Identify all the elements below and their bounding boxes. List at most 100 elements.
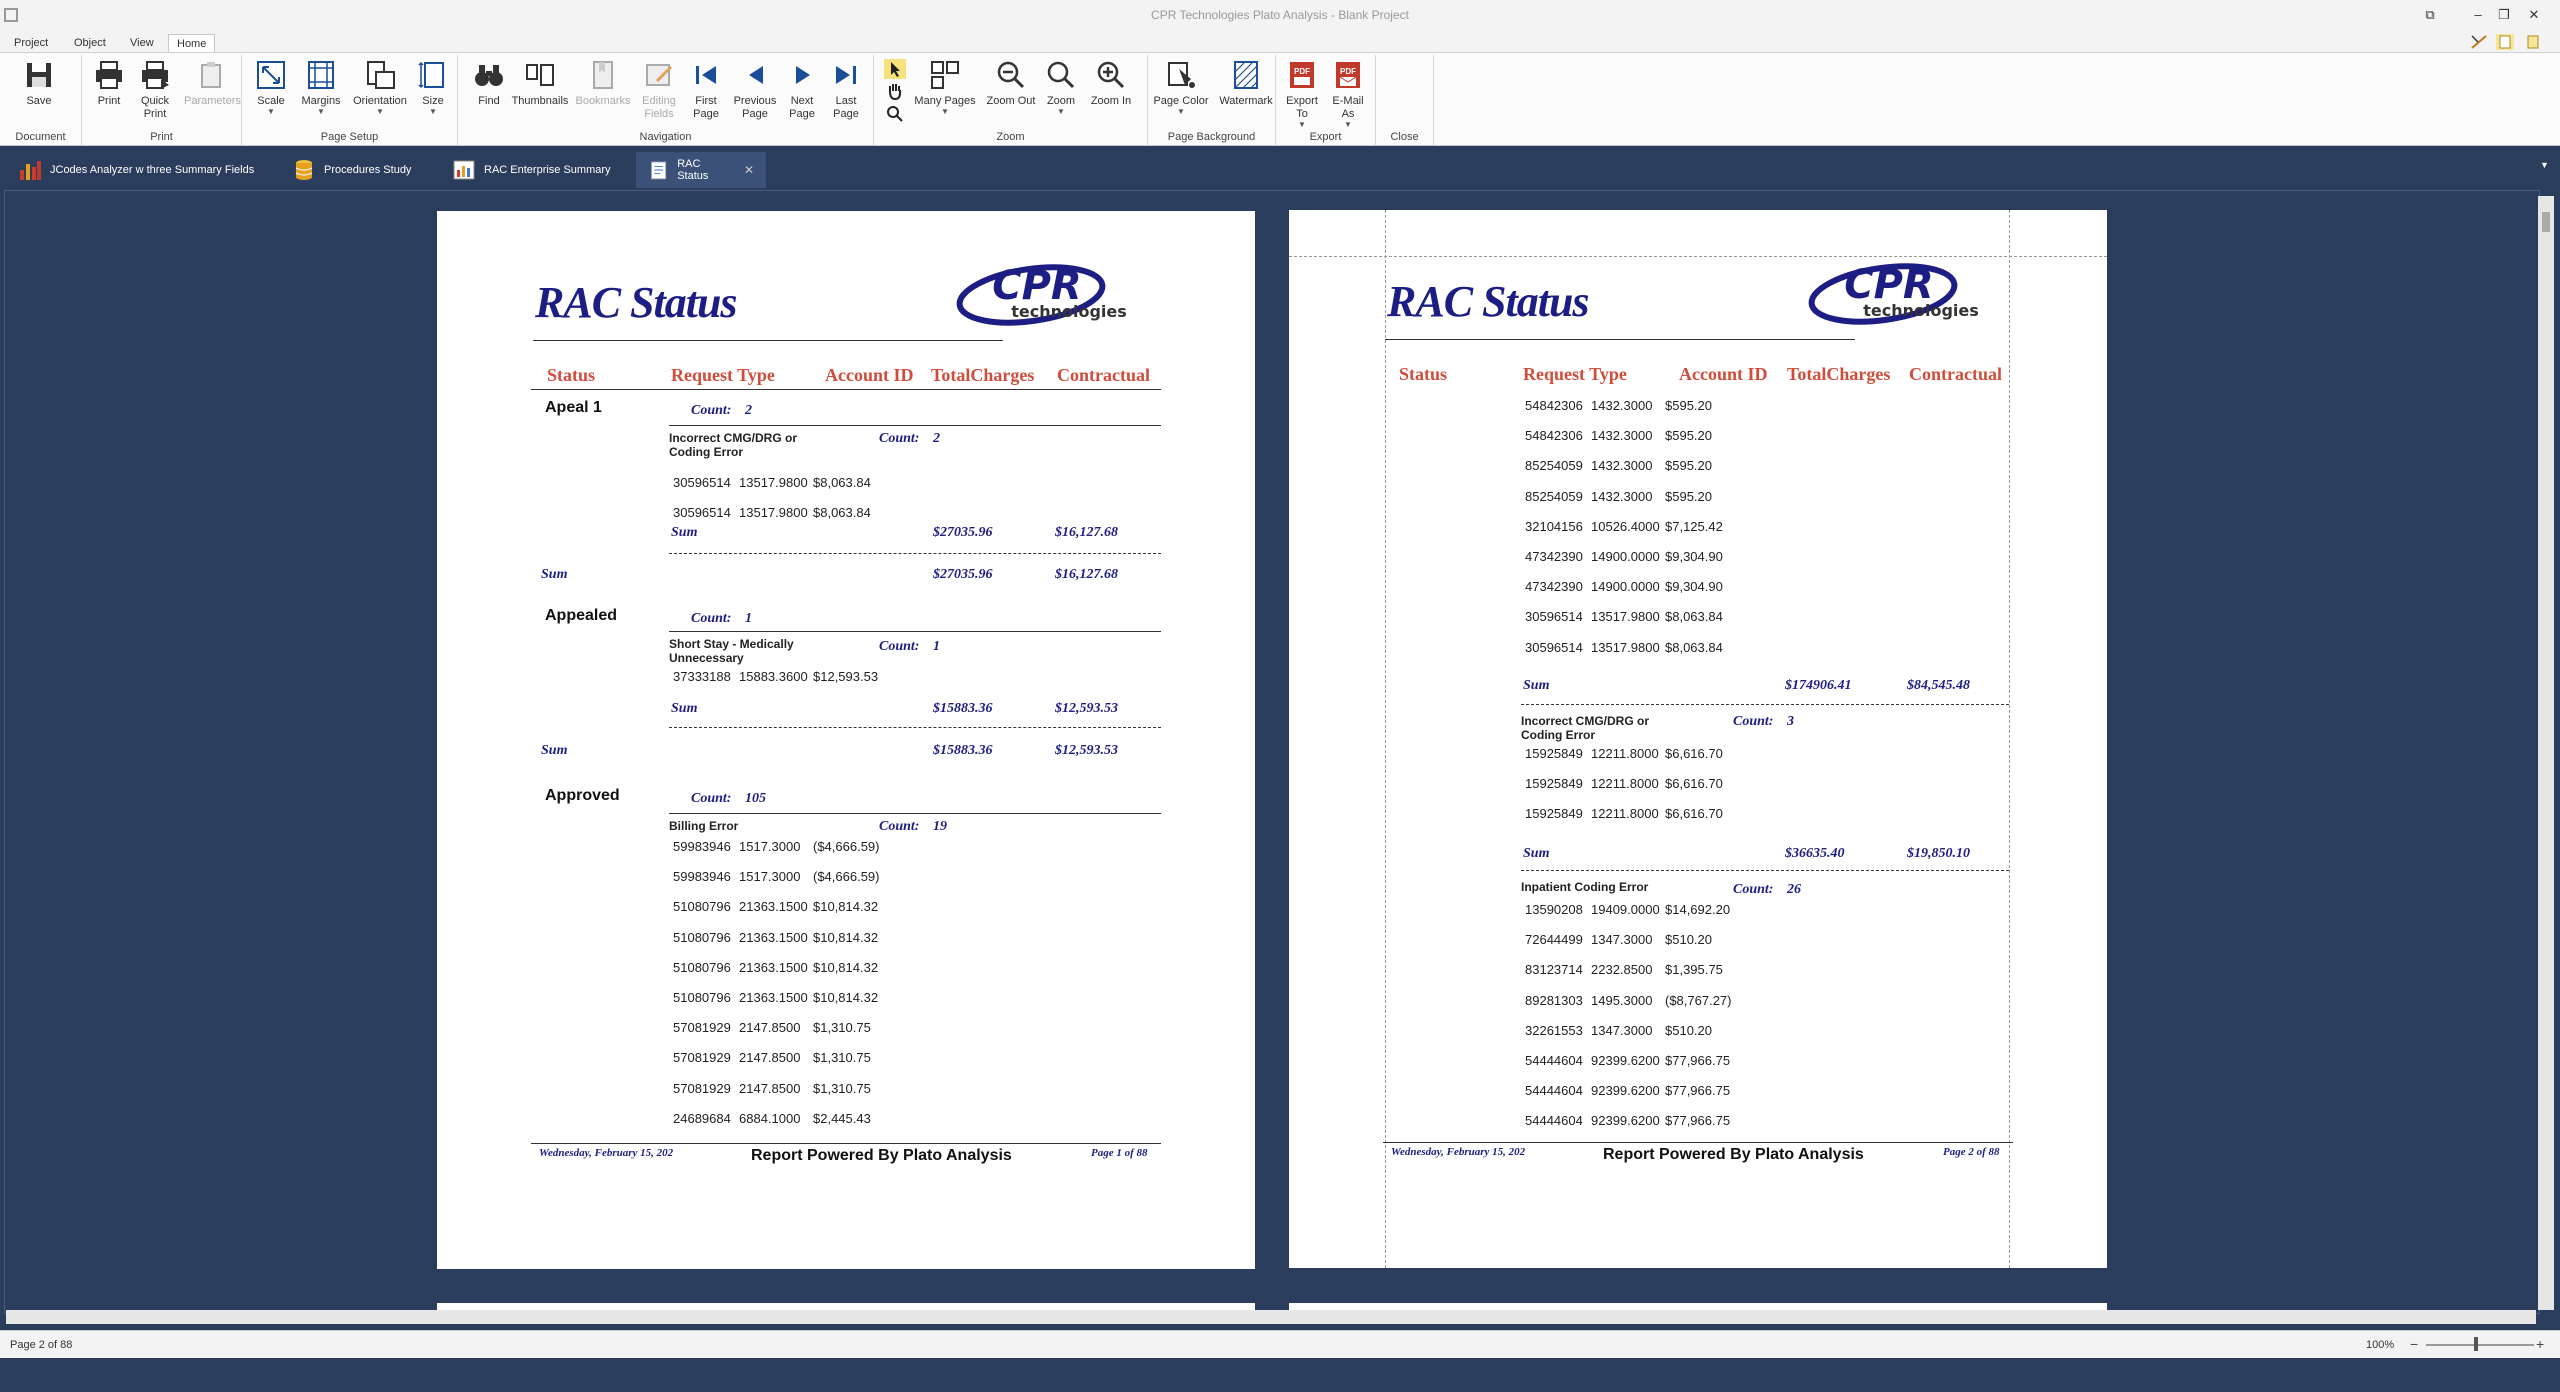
vertical-scrollbar[interactable] (2538, 196, 2554, 1310)
account-id-cell: 59983946 (673, 869, 731, 885)
account-id-cell: 57081929 (673, 1050, 731, 1066)
subgroup-divider (1521, 704, 2009, 705)
count-value: 3 (1787, 714, 1794, 729)
column-header-contractual: Contractual (1057, 365, 1150, 385)
thumbnails-button[interactable]: Thumbnails (508, 59, 572, 108)
scale-label: Scale (257, 95, 285, 107)
find-button[interactable]: Find (464, 59, 514, 108)
layout-icon[interactable] (2470, 34, 2488, 50)
next-page-button[interactable]: Next Page (780, 59, 824, 121)
print-button[interactable]: Print (84, 59, 134, 108)
many-pages-icon (931, 61, 959, 89)
report-page-1: RAC Status CPR technologies Status Reque… (437, 211, 1255, 1269)
scale-button[interactable]: Scale ▼ (246, 59, 296, 116)
orientation-button[interactable]: Orientation ▼ (348, 59, 412, 116)
pointer-tool-icon[interactable] (884, 59, 906, 79)
hand-tool-icon[interactable] (884, 81, 906, 101)
editing-fields-button[interactable]: Editing Fields (634, 59, 684, 121)
group-sum-total-charges: $27035.96 (933, 567, 993, 582)
doc-tab-rac-status[interactable]: RAC Status ✕ (636, 152, 766, 188)
first-page-button[interactable]: First Page (684, 59, 728, 121)
editing-fields-label: Editing Fields (642, 95, 676, 120)
total-charges-cell: 21363.1500 (739, 929, 808, 945)
close-window-button[interactable]: ✕ (2524, 6, 2544, 24)
zoom-slider[interactable] (2426, 1344, 2534, 1346)
account-id-cell: 30596514 (673, 475, 731, 490)
total-charges-cell: 1517.3000 (739, 869, 801, 885)
magnifier-tool-icon[interactable] (884, 103, 906, 123)
report-viewer[interactable]: RAC Status CPR technologies Status Reque… (4, 190, 2540, 1314)
zoom-minus-button[interactable]: − (2410, 1336, 2418, 1352)
save-label: Save (26, 95, 52, 107)
margins-button[interactable]: Margins ▼ (296, 59, 346, 116)
contractual-cell: $77,966.75 (1665, 1083, 1731, 1099)
many-pages-button[interactable]: Many Pages ▼ (910, 59, 980, 116)
last-page-button[interactable]: Last Page (824, 59, 868, 121)
tab-home[interactable]: Home (168, 34, 216, 54)
parameters-button[interactable]: Parameters (184, 59, 241, 108)
contractual-cell: $8,063.84 (813, 505, 871, 520)
report-page-2: RAC Status CPR technologies Status Reque… (1289, 210, 2107, 1268)
document-icon[interactable] (2496, 34, 2514, 50)
export-to-button[interactable]: PDF Export To ▼ (1280, 59, 1324, 129)
email-as-button[interactable]: PDF E-Mail As ▼ (1326, 59, 1370, 129)
tab-object[interactable]: Object (66, 34, 114, 54)
previous-page-button[interactable]: Previous Page (730, 59, 780, 121)
page-color-button[interactable]: Page Color ▼ (1150, 59, 1212, 116)
contractual-cell: $77,966.75 (1665, 1113, 1731, 1129)
doc-tab-jcodes[interactable]: JCodes Analyzer w three Summary Fields (6, 152, 266, 188)
count-label: Count: (691, 791, 732, 806)
tab-list-dropdown-icon[interactable]: ▼ (2540, 160, 2549, 170)
account-id-cell: 54842306 (1525, 398, 1583, 413)
zoom-out-button[interactable]: Zoom Out (986, 59, 1036, 108)
zoom-in-button[interactable]: Zoom In (1086, 59, 1136, 108)
column-header-account-id: Account ID (825, 365, 914, 385)
footer-page-number: Page 2 of 88 (1943, 1146, 2000, 1158)
group-rule (669, 813, 1161, 814)
horizontal-scrollbar[interactable] (6, 1310, 2536, 1324)
title-rule (1385, 339, 1855, 340)
restore-button[interactable]: ❐ (2494, 6, 2514, 24)
document-alt-icon[interactable] (2524, 34, 2542, 50)
contractual-cell: $10,814.32 (813, 899, 879, 915)
contractual-cell: $6,616.70 (1665, 776, 1723, 791)
group-export-label: Export (1309, 131, 1342, 143)
contractual-cell: ($4,666.59) (813, 839, 880, 854)
account-id-cell: 30596514 (1525, 609, 1583, 625)
zoom-slider-thumb[interactable] (2474, 1337, 2478, 1351)
zoom-button[interactable]: Zoom ▼ (1036, 59, 1086, 116)
quick-print-button[interactable]: Quick Print (130, 59, 180, 121)
footer-powered-by: Report Powered By Plato Analysis (751, 1147, 1012, 1164)
tab-project[interactable]: Project (6, 34, 56, 54)
minimize-button[interactable]: – (2468, 6, 2488, 24)
contractual-cell: $1,395.75 (1665, 962, 1723, 978)
help-icon[interactable]: ⧉ (2420, 6, 2440, 24)
account-id-cell: 83123714 (1525, 962, 1583, 978)
size-button[interactable]: Size ▼ (408, 59, 458, 116)
close-tab-icon[interactable]: ✕ (744, 163, 754, 177)
cpr-logo: CPR technologies (1808, 262, 1979, 325)
parameters-label: Parameters (184, 95, 241, 107)
account-id-cell: 85254059 (1525, 488, 1583, 504)
contractual-cell: $6,616.70 (1665, 746, 1723, 761)
bookmarks-label: Bookmarks (575, 95, 631, 107)
zoom-out-label: Zoom Out (986, 95, 1036, 107)
watermark-button[interactable]: Watermark (1216, 59, 1276, 108)
doc-tab-procedures[interactable]: Procedures Study (280, 152, 423, 188)
group-print: Print Quick Print Parameters Print (82, 55, 242, 145)
contractual-cell: $77,966.75 (1665, 1053, 1731, 1068)
save-button[interactable]: Save (14, 59, 64, 108)
status-bar: Page 2 of 88 100% − + (0, 1330, 2560, 1358)
tab-view[interactable]: View (122, 34, 162, 54)
zoom-plus-button[interactable]: + (2536, 1336, 2544, 1352)
window-title: CPR Technologies Plato Analysis - Blank … (1151, 8, 1409, 22)
total-charges-cell: 13517.9800 (739, 505, 808, 520)
group-close-label[interactable]: Close (1376, 131, 1433, 143)
vertical-scroll-thumb[interactable] (2542, 212, 2550, 232)
total-charges-cell: 2232.8500 (1591, 962, 1653, 978)
bookmarks-button[interactable]: Bookmarks (574, 59, 632, 108)
doc-tab-rac-enterprise[interactable]: RAC Enterprise Summary (440, 152, 623, 188)
contractual-cell: $12,593.53 (813, 669, 879, 684)
total-charges-cell: 13517.9800 (1591, 609, 1660, 625)
account-id-cell: 51080796 (673, 929, 731, 945)
